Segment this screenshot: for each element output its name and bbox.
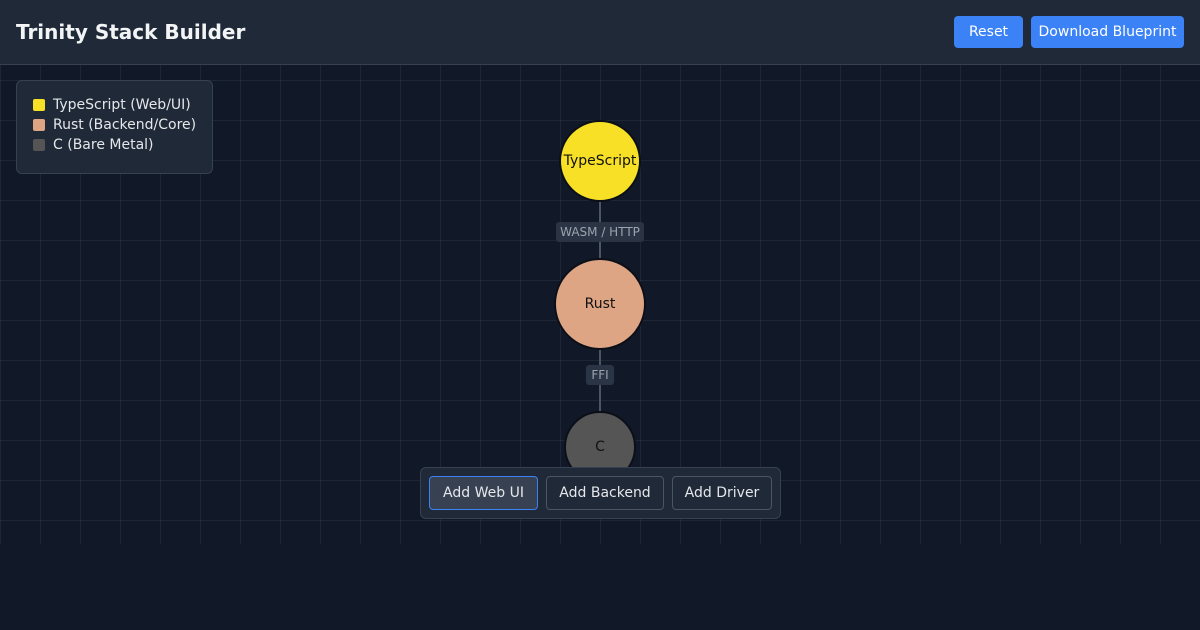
legend-label: Rust (Backend/Core) [53,117,197,133]
legend-label: C (Bare Metal) [53,137,154,153]
node-typescript[interactable]: TypeScript [559,120,641,202]
download-blueprint-button[interactable]: Download Blueprint [1031,16,1184,48]
legend-item-typescript: TypeScript (Web/UI) [33,96,191,114]
legend-item-c: C (Bare Metal) [33,136,154,154]
node-toolbar: Add Web UI Add Backend Add Driver [420,467,781,519]
node-rust[interactable]: Rust [554,258,646,350]
reset-button[interactable]: Reset [954,16,1023,48]
legend-label: TypeScript (Web/UI) [53,97,191,113]
add-driver-button[interactable]: Add Driver [672,476,772,510]
edge-label-ffi: FFI [586,365,614,385]
add-web-ui-button[interactable]: Add Web UI [429,476,538,510]
app-header: Trinity Stack Builder Reset Download Blu… [0,0,1200,65]
legend-item-rust: Rust (Backend/Core) [33,116,196,134]
edge-label-wasm-http: WASM / HTTP [556,222,644,242]
legend-swatch [33,139,45,151]
legend-swatch [33,99,45,111]
add-backend-button[interactable]: Add Backend [546,476,664,510]
legend-panel: TypeScript (Web/UI) Rust (Backend/Core) … [16,80,213,174]
legend-swatch [33,119,45,131]
app-title: Trinity Stack Builder [16,20,246,44]
